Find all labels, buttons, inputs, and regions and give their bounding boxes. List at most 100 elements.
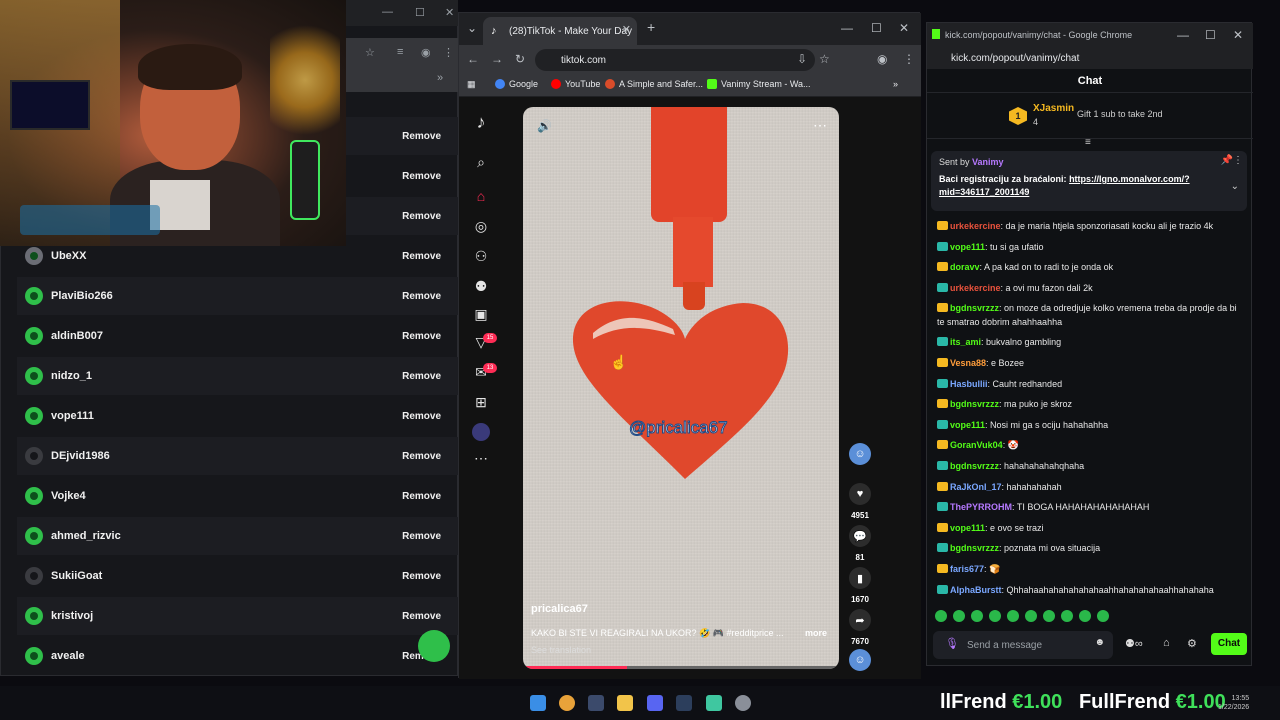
emote-icon[interactable] <box>1079 610 1091 622</box>
collapse-icon[interactable]: ≡ <box>1085 137 1091 148</box>
close-icon[interactable]: ✕ <box>899 21 909 35</box>
emote-icon[interactable] <box>989 610 1001 622</box>
tab-search-icon[interactable]: ⌄ <box>467 21 477 35</box>
maximize-icon[interactable]: ☐ <box>871 21 882 35</box>
pin-options-icon[interactable]: ⋮ <box>1233 155 1243 166</box>
chat-username[interactable]: vope111 <box>950 420 985 430</box>
more-options-icon[interactable]: ⋯ <box>813 117 827 134</box>
comment-button[interactable]: 💬 81 <box>845 525 875 562</box>
music-disc[interactable]: ☺ <box>845 649 875 671</box>
chat-username[interactable]: GoranVuk04 <box>950 440 1003 450</box>
emote-icon[interactable] <box>1061 610 1073 622</box>
explore-icon[interactable]: ◎ <box>472 217 490 235</box>
install-app-icon[interactable]: ⇩ <box>797 52 807 66</box>
home-icon[interactable]: ⌂ <box>472 187 490 205</box>
remove-button[interactable]: Remove <box>402 331 441 342</box>
bookmark-youtube[interactable]: YouTube <box>551 79 600 89</box>
video-author[interactable]: pricalica67 <box>531 603 588 615</box>
menu-kebab-icon[interactable]: ⋮ <box>903 52 915 66</box>
chat-username[interactable]: vope111 <box>950 523 985 533</box>
remove-button[interactable]: Remove <box>402 411 441 422</box>
chat-message-input[interactable]: 🎙 Send a message ☻ <box>933 631 1113 659</box>
steam-alt-icon[interactable] <box>676 695 692 711</box>
chat-username[interactable]: AlphaBurstt <box>950 585 1002 595</box>
minimize-icon[interactable]: — <box>1177 28 1189 42</box>
remove-button[interactable]: Remove <box>402 251 441 262</box>
chat-username[interactable]: urkekercine <box>950 283 1001 293</box>
chrome-icon[interactable] <box>559 695 575 711</box>
new-tab-icon[interactable]: + <box>647 19 655 35</box>
points-icon[interactable]: ⚉∞ <box>1125 637 1143 650</box>
headset-floating-button[interactable] <box>418 630 450 662</box>
windows-start-icon[interactable] <box>530 695 546 711</box>
emote-icon[interactable] <box>1007 610 1019 622</box>
apps-grid-icon[interactable]: ▦ <box>467 79 476 90</box>
chevron-down-icon[interactable]: ⌄ <box>1231 181 1239 192</box>
steam-icon[interactable] <box>588 695 604 711</box>
bookmark-simple-safer[interactable]: A Simple and Safer... <box>605 79 703 89</box>
profile-avatar[interactable] <box>472 423 490 441</box>
remove-button[interactable]: Remove <box>402 531 441 542</box>
bookmark-star-icon[interactable]: ☆ <box>819 52 830 66</box>
bookmark-google[interactable]: Google <box>495 79 538 89</box>
chat-username[interactable]: urkekercine <box>950 221 1001 231</box>
chevron-right-icon[interactable]: » <box>437 72 443 84</box>
tab-close-icon[interactable]: ✕ <box>622 23 631 36</box>
chat-username[interactable]: doravv <box>950 262 980 272</box>
maximize-icon[interactable]: ☐ <box>415 6 425 19</box>
creator-avatar[interactable]: ☺ <box>845 443 875 465</box>
chat-username[interactable]: Hasbullii <box>950 379 988 389</box>
remove-button[interactable]: Remove <box>402 611 441 622</box>
volume-icon[interactable]: 🔊 <box>537 119 552 133</box>
menu-kebab-icon[interactable]: ⋮ <box>443 46 454 59</box>
emote-icon[interactable] <box>1043 610 1055 622</box>
emote-icon[interactable] <box>1025 610 1037 622</box>
chat-username[interactable]: faris677 <box>950 564 984 574</box>
emote-icon[interactable] <box>953 610 965 622</box>
live-icon[interactable]: ▣ <box>472 305 490 323</box>
remove-button[interactable]: Remove <box>402 491 441 502</box>
chat-username[interactable]: RaJkOnI_17 <box>950 482 1002 492</box>
settings-gear-icon[interactable]: ⚙ <box>1187 637 1197 650</box>
share-button[interactable]: ➦ 7670 <box>845 609 875 646</box>
following-icon[interactable]: ⚇ <box>472 247 490 265</box>
remove-button[interactable]: Remove <box>402 211 441 222</box>
settings-icon[interactable] <box>735 695 751 711</box>
chat-username[interactable]: Vesna88 <box>950 358 986 368</box>
remove-button[interactable]: Remove <box>402 291 441 302</box>
profile-icon[interactable]: ◉ <box>421 46 431 59</box>
bookmark-vanimy-stream[interactable]: Vanimy Stream - Wa... <box>707 79 811 89</box>
gift-user[interactable]: XJasmin <box>1033 103 1074 114</box>
video-player[interactable]: 🔊 ⋯ @pricalica67 pricalica67 KAKO BI STE… <box>523 107 839 669</box>
emote-icon[interactable] <box>1097 610 1109 622</box>
video-progress-bar[interactable] <box>523 666 839 669</box>
like-button[interactable]: ♥ 4951 <box>845 483 875 520</box>
close-icon[interactable]: ✕ <box>445 6 454 19</box>
remove-button[interactable]: Remove <box>402 131 441 142</box>
caption-more-link[interactable]: more <box>805 628 827 638</box>
chat-username[interactable]: bgdnsvrzzz <box>950 543 999 553</box>
remove-button[interactable]: Remove <box>402 371 441 382</box>
minimize-icon[interactable]: — <box>841 21 853 35</box>
minimize-icon[interactable]: — <box>382 6 393 18</box>
url-bar[interactable]: kick.com/popout/vanimy/chat <box>927 47 1253 69</box>
upload-icon[interactable]: ⊞ <box>472 393 490 411</box>
more-icon[interactable]: ⋯ <box>472 449 490 467</box>
chat-username[interactable]: ThePYRROHM <box>950 502 1012 512</box>
tab-tiktok[interactable]: ♪ (28)TikTok - Make Your Day ✕ <box>483 17 637 45</box>
back-icon[interactable]: ← <box>467 52 479 66</box>
gift-icon[interactable]: ⌂ <box>1163 637 1170 649</box>
emote-icon[interactable] <box>971 610 983 622</box>
chevron-right-icon[interactable]: » <box>893 79 898 89</box>
forward-icon[interactable]: → <box>491 52 503 66</box>
maximize-icon[interactable]: ☐ <box>1205 28 1216 42</box>
save-button[interactable]: ▮ 1670 <box>845 567 875 604</box>
friends-icon[interactable]: ⚉ <box>472 277 490 295</box>
chat-username[interactable]: bgdnsvrzzz <box>950 303 999 313</box>
emoji-icon[interactable]: ☻ <box>1094 637 1105 648</box>
emote-icon[interactable] <box>935 610 947 622</box>
gift-prompt[interactable]: Gift 1 sub to take 2nd <box>1077 109 1163 119</box>
close-icon[interactable]: ✕ <box>1233 28 1243 42</box>
tiktok-logo-icon[interactable]: ♪ <box>472 112 490 132</box>
bookmark-star-icon[interactable]: ☆ <box>365 46 375 59</box>
